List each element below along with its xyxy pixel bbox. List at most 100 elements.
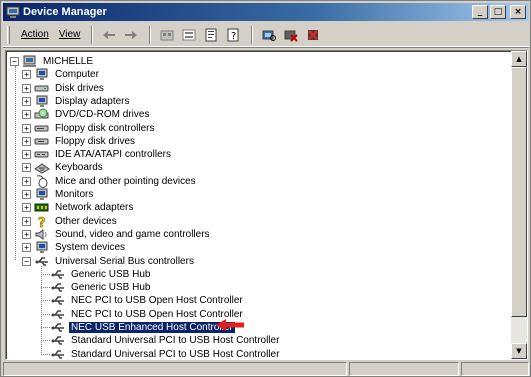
expand-icon[interactable]: +	[22, 150, 31, 160]
expand-icon[interactable]: +	[22, 176, 31, 186]
expand-icon[interactable]: +	[22, 123, 31, 133]
tree-category[interactable]: +? Other devices	[22, 215, 119, 228]
scan-hardware-icon[interactable]	[259, 26, 279, 44]
window-title: Device Manager	[23, 6, 107, 18]
title-bar[interactable]: Device Manager _ □ ×	[3, 3, 529, 21]
tree-usb-controller[interactable]: Generic USB Hub	[50, 281, 152, 294]
expand-icon[interactable]: +	[22, 243, 31, 253]
computer-icon	[34, 68, 50, 81]
minimize-button[interactable]: _	[472, 5, 488, 19]
tree-category[interactable]: + DVD/CD-ROM drives	[22, 108, 151, 121]
tree-item-label: Keyboards	[55, 162, 103, 174]
scroll-thumb[interactable]	[511, 67, 527, 317]
device-manager-icon	[6, 6, 20, 18]
up-folder-icon[interactable]	[157, 26, 177, 44]
properties-icon[interactable]	[201, 26, 221, 44]
tree-connector	[41, 313, 50, 315]
tree-category[interactable]: + Network adapters	[22, 201, 135, 214]
tree-category[interactable]: + IDE ATA/ATAPI controllers	[22, 148, 173, 161]
speaker-icon	[34, 228, 50, 241]
tree-category[interactable]: + System devices	[22, 241, 127, 254]
system-device-icon	[34, 241, 50, 254]
tree-item-label: DVD/CD-ROM drives	[55, 109, 150, 121]
expand-icon[interactable]: +	[22, 136, 31, 146]
floppy-drive-icon	[34, 135, 50, 148]
tree-category[interactable]: + Mice and other pointing devices	[22, 174, 198, 188]
tree-usb-controller[interactable]: Standard Universal PCI to USB Host Contr…	[50, 334, 281, 347]
tree-category[interactable]: + Monitors	[22, 188, 95, 201]
back-arrow-icon[interactable]	[99, 26, 119, 44]
collapse-icon[interactable]: −	[22, 256, 31, 266]
device-manager-window: Device Manager _ □ × Action View ? − MIC…	[0, 0, 531, 377]
tree-item-label: IDE ATA/ATAPI controllers	[55, 149, 171, 161]
tree-category[interactable]: + Floppy disk controllers	[22, 122, 156, 135]
tree-usb-controller[interactable]: NEC PCI to USB Open Host Controller	[50, 294, 245, 307]
toolbar-separator	[149, 25, 152, 44]
svg-text:?: ?	[231, 31, 236, 42]
menu-view[interactable]: View	[54, 29, 86, 40]
tree-item-label: NEC USB Enhanced Host Controller	[68, 321, 236, 334]
tree-category[interactable]: + Floppy disk drives	[22, 135, 137, 148]
uninstall-device-icon[interactable]	[303, 26, 323, 44]
scroll-up-button[interactable]: ▲	[511, 51, 527, 67]
tree-category[interactable]: + Keyboards	[22, 161, 105, 174]
tree-usb-controller[interactable]: Standard Universal PCI to USB Host Contr…	[50, 348, 281, 359]
mouse-icon	[34, 174, 50, 188]
tree-item-label: Standard Universal PCI to USB Host Contr…	[71, 335, 280, 347]
maximize-button[interactable]: □	[490, 5, 506, 19]
help-icon[interactable]: ?	[223, 26, 243, 44]
expand-icon[interactable]: +	[22, 70, 31, 80]
scroll-down-button[interactable]: ▼	[511, 343, 527, 359]
collapse-icon[interactable]: −	[10, 57, 19, 66]
tree-item-label: Network adapters	[55, 202, 134, 214]
tree-category[interactable]: + Display adapters	[22, 95, 131, 108]
disk-drive-icon	[34, 82, 50, 95]
tree-item-label: Other devices	[55, 215, 117, 227]
tree-category[interactable]: − Universal Serial Bus controllers	[22, 255, 196, 268]
expand-icon[interactable]: +	[22, 110, 31, 120]
tree-connector	[41, 273, 50, 275]
device-tree: − MICHELLE + Computer + Disk drives + Display a…	[8, 53, 513, 359]
expand-icon[interactable]: +	[22, 203, 31, 213]
usb-icon	[34, 255, 50, 268]
expand-icon[interactable]: +	[22, 216, 31, 226]
tree-item-label: Sound, video and game controllers	[55, 228, 210, 240]
tree-connector	[41, 340, 50, 342]
tree-category[interactable]: + Disk drives	[22, 82, 106, 95]
expand-icon[interactable]: +	[22, 190, 31, 199]
tree-item-label: Universal Serial Bus controllers	[55, 255, 194, 267]
expand-icon[interactable]: +	[22, 96, 31, 106]
disable-device-icon[interactable]	[281, 26, 301, 44]
forward-arrow-icon[interactable]	[121, 26, 141, 44]
toolbar-grip[interactable]	[7, 25, 10, 44]
tree-usb-controller[interactable]: NEC USB Enhanced Host Controller	[50, 321, 236, 334]
tree-root[interactable]: − MICHELLE	[10, 55, 95, 68]
tree-item-label: System devices	[55, 242, 126, 254]
tree-connector	[41, 265, 42, 355]
device-tree-panel: − MICHELLE + Computer + Disk drives + Display a…	[5, 50, 528, 360]
network-adapter-icon	[34, 201, 50, 214]
usb-icon	[50, 281, 66, 294]
tree-usb-controller[interactable]: Generic USB Hub	[50, 268, 152, 281]
expand-icon[interactable]: +	[22, 163, 31, 173]
tree-category[interactable]: + Sound, video and game controllers	[22, 228, 212, 241]
status-pane	[349, 362, 459, 376]
expand-icon[interactable]: +	[22, 83, 31, 93]
tree-connector	[41, 327, 50, 328]
tree-item-label: Standard Universal PCI to USB Host Contr…	[71, 348, 280, 359]
toolbar-separator	[251, 25, 254, 44]
usb-icon	[50, 268, 66, 281]
cdrom-icon	[34, 108, 50, 121]
expand-icon[interactable]: +	[22, 229, 31, 239]
close-button[interactable]: ×	[510, 5, 526, 19]
menu-action[interactable]: Action	[16, 29, 54, 40]
show-hide-tree-icon[interactable]	[179, 26, 199, 44]
usb-icon	[50, 321, 66, 334]
status-pane	[3, 362, 347, 376]
ide-controller-icon	[34, 148, 50, 161]
tree-connector	[41, 287, 50, 289]
vertical-scrollbar[interactable]: ▲ ▼	[511, 51, 527, 359]
tree-category[interactable]: + Computer	[22, 68, 101, 81]
usb-icon	[50, 348, 66, 359]
usb-icon	[50, 294, 66, 307]
